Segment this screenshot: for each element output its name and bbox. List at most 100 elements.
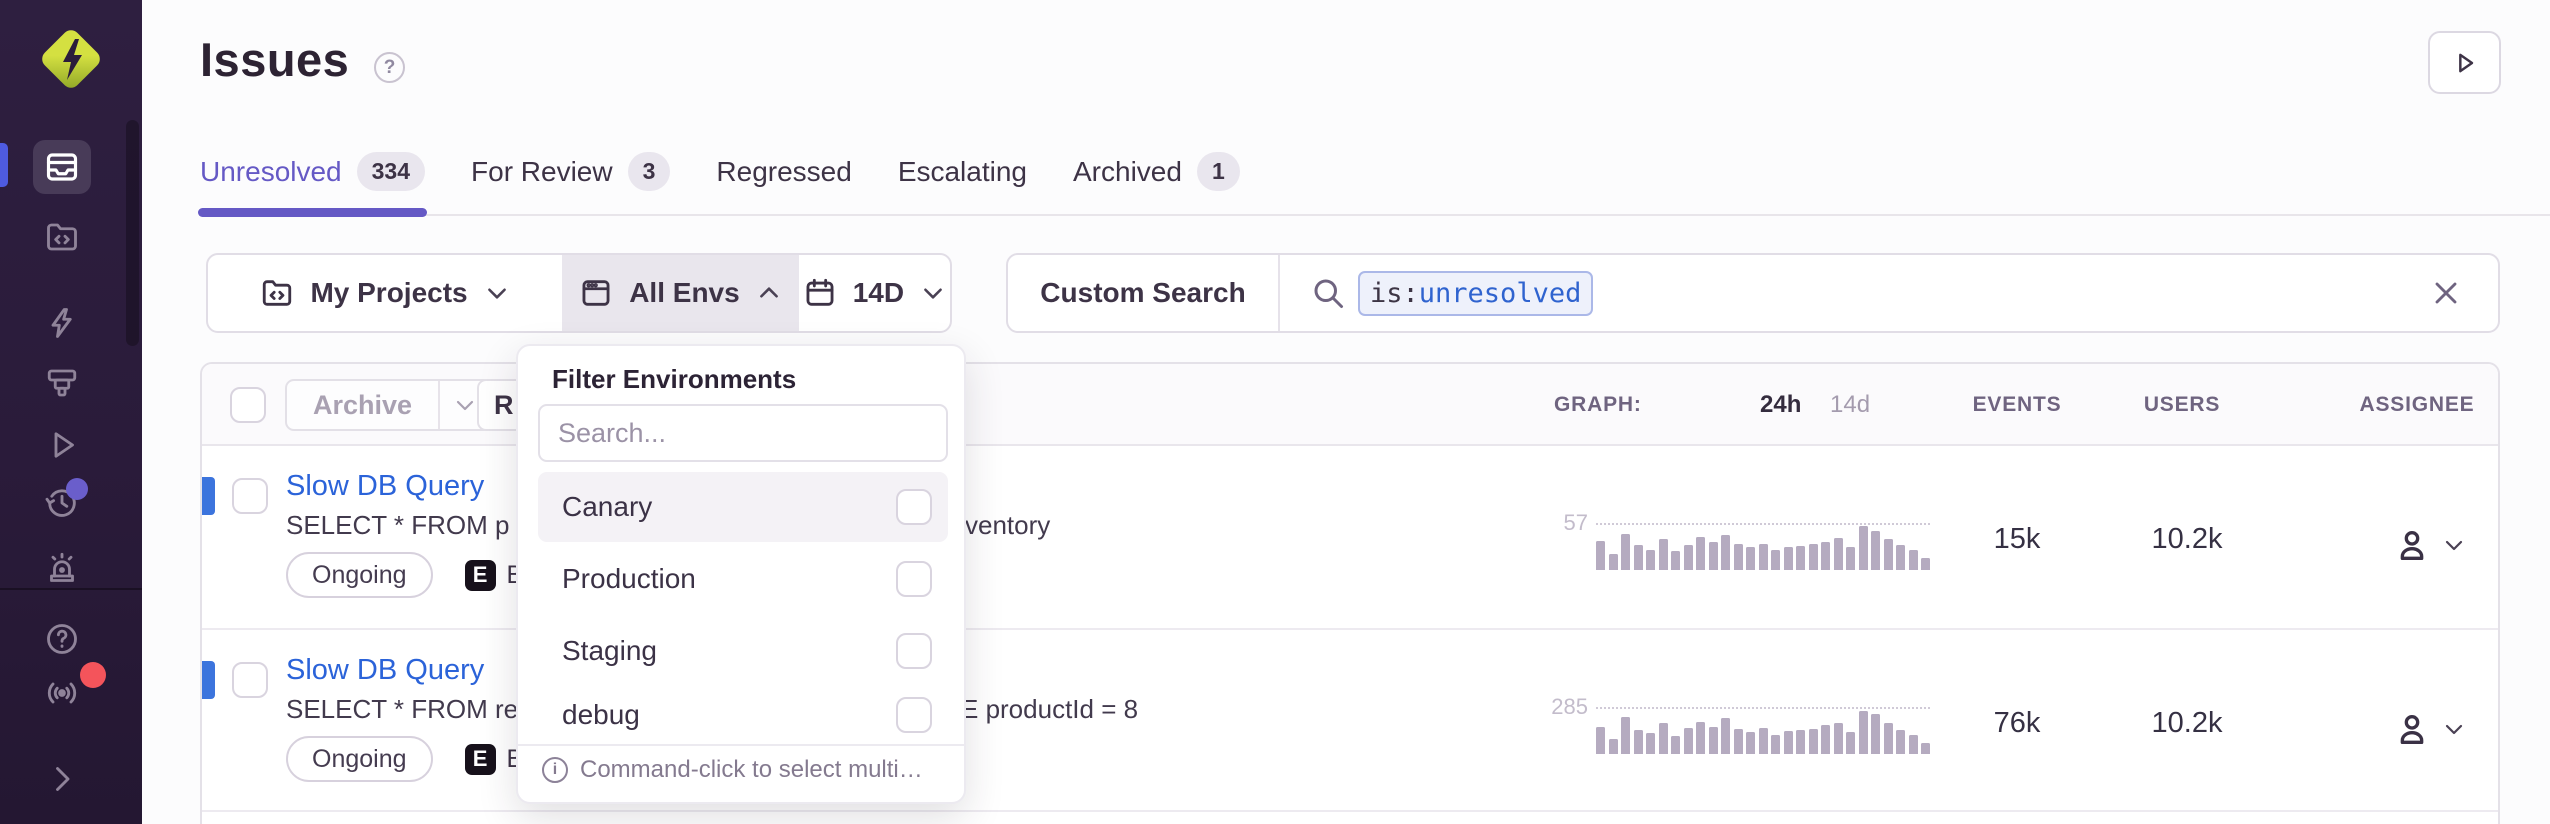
events-sparkline <box>1596 523 1930 570</box>
tab-label: Archived <box>1073 156 1182 188</box>
env-option-canary[interactable]: Canary <box>538 472 948 542</box>
graph-peak-label: 285 <box>1496 694 1588 720</box>
tab-escalating[interactable]: Escalating <box>898 152 1027 217</box>
env-option-checkbox[interactable] <box>896 489 932 525</box>
sidebar-divider <box>0 588 142 590</box>
assignee-selector[interactable] <box>2392 525 2466 565</box>
graph-peak-label: 57 <box>1496 510 1588 536</box>
tab-regressed[interactable]: Regressed <box>716 152 851 217</box>
info-icon: i <box>542 757 568 783</box>
issue-culprit-suffix: ventory <box>965 510 1050 541</box>
folder-code-icon <box>260 276 294 310</box>
tab-label: Unresolved <box>200 156 342 188</box>
sidebar-item-help[interactable] <box>33 612 91 666</box>
issue-culprit-suffix: E productId = 8 <box>961 694 1138 725</box>
column-events: EVENTS <box>1973 364 2062 446</box>
releases-notification-dot <box>66 478 88 500</box>
close-icon <box>2428 275 2464 311</box>
search-icon <box>1310 275 1346 311</box>
page-title: Issues <box>200 32 349 87</box>
app-logo-icon[interactable] <box>38 24 104 94</box>
title-help-icon[interactable]: ? <box>374 52 405 83</box>
environments-dropdown: Filter Environments Canary Production St… <box>516 344 966 804</box>
tour-play-button[interactable] <box>2428 31 2501 94</box>
tab-count-badge: 334 <box>357 152 425 191</box>
play-icon <box>44 427 80 463</box>
column-assignee: ASSIGNEE <box>2360 364 2475 446</box>
chevron-down-icon <box>2442 717 2466 741</box>
row-checkbox[interactable] <box>232 478 268 514</box>
env-option-label: Staging <box>562 635 657 667</box>
sidebar-collapse[interactable] <box>33 752 91 806</box>
sidebar-item-performance[interactable] <box>33 296 91 350</box>
filter-bar: My Projects All Envs 14D <box>206 253 952 333</box>
chevron-down-icon <box>484 280 510 306</box>
select-all-checkbox[interactable] <box>230 387 266 423</box>
graph-14d-toggle[interactable]: 14d <box>1830 364 1870 446</box>
person-icon <box>2392 709 2432 749</box>
chevron-up-icon <box>756 280 782 306</box>
person-icon <box>2392 525 2432 565</box>
row-checkbox[interactable] <box>232 662 268 698</box>
environments-filter-button[interactable]: All Envs <box>562 255 799 331</box>
issue-title-link[interactable]: Slow DB Query <box>286 654 484 687</box>
archive-split-button[interactable]: Archive <box>285 379 492 431</box>
date-range-filter-button[interactable]: 14D <box>799 255 950 331</box>
sidebar-item-funnel[interactable] <box>33 356 91 410</box>
environment-search-input[interactable] <box>538 404 948 462</box>
active-item-indicator <box>0 143 8 187</box>
events-sparkline <box>1596 707 1930 754</box>
status-badge: Ongoing <box>286 552 433 598</box>
tab-label: For Review <box>471 156 613 188</box>
broadcast-icon <box>44 675 80 711</box>
users-count: 10.2k <box>2152 523 2223 556</box>
env-option-debug[interactable]: debug <box>538 688 948 742</box>
tab-archived[interactable]: Archived 1 <box>1073 152 1240 217</box>
play-icon <box>2451 49 2479 77</box>
projects-filter-button[interactable]: My Projects <box>208 255 562 331</box>
siren-icon <box>44 549 80 585</box>
issue-title-link[interactable]: Slow DB Query <box>286 470 484 503</box>
status-badge: Ongoing <box>286 736 433 782</box>
resolve-button-label: R <box>494 390 514 421</box>
search-input[interactable]: is:unresolved <box>1280 255 2498 331</box>
project-platform-badge: E <box>465 560 496 591</box>
sidebar-item-issues[interactable] <box>33 140 91 194</box>
env-option-staging[interactable]: Staging <box>538 616 948 686</box>
env-option-production[interactable]: Production <box>538 544 948 614</box>
env-option-label: Production <box>562 563 696 595</box>
custom-search-button[interactable]: Custom Search <box>1008 255 1280 331</box>
folder-code-icon <box>44 219 80 255</box>
env-option-checkbox[interactable] <box>896 561 932 597</box>
environments-filter-label: All Envs <box>629 277 739 309</box>
issue-row[interactable] <box>202 810 2498 824</box>
chevron-down-icon <box>2442 533 2466 557</box>
tab-label: Regressed <box>716 156 851 188</box>
env-option-checkbox[interactable] <box>896 633 932 669</box>
events-count: 76k <box>1994 707 2041 740</box>
tab-count-badge: 3 <box>628 152 671 191</box>
graph-24h-toggle[interactable]: 24h <box>1760 364 1801 446</box>
sidebar-item-projects[interactable] <box>33 210 91 264</box>
column-users: USERS <box>2144 364 2220 446</box>
dropdown-title: Filter Environments <box>552 364 796 395</box>
tab-unresolved[interactable]: Unresolved 334 <box>200 152 425 217</box>
env-option-checkbox[interactable] <box>896 697 932 733</box>
sidebar-item-replays[interactable] <box>33 418 91 472</box>
broadcast-notification-dot <box>80 662 106 688</box>
search-token[interactable]: is:unresolved <box>1358 271 1593 316</box>
sidebar-item-alerts[interactable] <box>33 540 91 594</box>
issues-inbox-icon <box>44 149 80 185</box>
clear-search-button[interactable] <box>2422 269 2470 317</box>
lightning-icon <box>44 305 80 341</box>
token-value: unresolved <box>1419 278 1582 309</box>
issues-page: Issues ? Unresolved 334 For Review 3 Reg… <box>0 0 2550 824</box>
unread-indicator <box>202 661 215 699</box>
unread-indicator <box>202 477 215 515</box>
custom-search-label: Custom Search <box>1040 277 1245 309</box>
assignee-selector[interactable] <box>2392 709 2466 749</box>
tab-for-review[interactable]: For Review 3 <box>471 152 670 217</box>
users-count: 10.2k <box>2152 707 2223 740</box>
env-option-label: debug <box>562 699 640 731</box>
sidebar-scrollbar[interactable] <box>126 120 139 346</box>
